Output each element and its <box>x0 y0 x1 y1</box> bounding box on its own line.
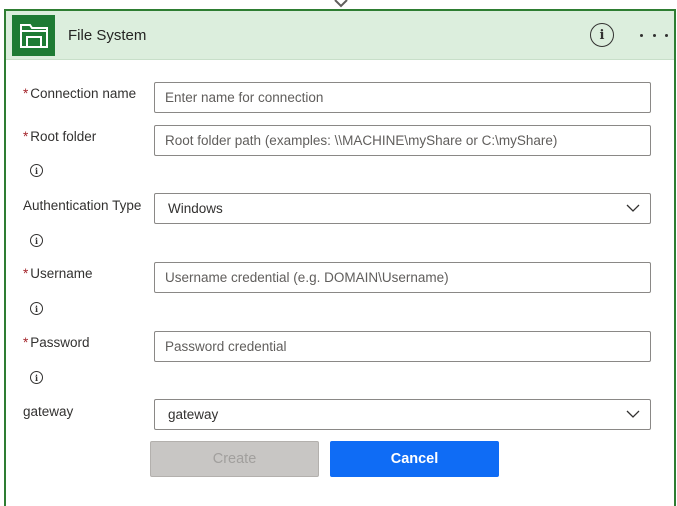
authentication-type-value: Windows <box>168 201 223 216</box>
page-title: File System <box>68 27 147 44</box>
chevron-down-icon <box>626 410 640 418</box>
gateway-dropdown[interactable]: gateway <box>154 399 651 430</box>
file-system-icon <box>12 15 55 56</box>
password-label: * Password <box>23 335 90 350</box>
info-icon[interactable]: i <box>590 23 614 47</box>
required-marker: * <box>23 86 29 101</box>
password-info-icon[interactable]: i <box>30 371 43 384</box>
cancel-button[interactable]: Cancel <box>330 441 499 477</box>
gateway-label: gateway <box>23 404 74 419</box>
connection-name-input[interactable] <box>154 82 651 113</box>
root-folder-input[interactable] <box>154 125 651 156</box>
connector-arrow-icon <box>334 0 348 8</box>
gateway-value: gateway <box>168 407 219 422</box>
authentication-type-dropdown[interactable]: Windows <box>154 193 651 224</box>
password-input[interactable] <box>154 331 651 362</box>
chevron-down-icon <box>626 204 640 212</box>
username-label: * Username <box>23 266 93 281</box>
username-info-icon[interactable]: i <box>30 302 43 315</box>
authentication-type-label: Authentication Type <box>23 198 142 213</box>
root-folder-label: * Root folder <box>23 129 97 144</box>
root-folder-info-icon[interactable]: i <box>30 164 43 177</box>
required-marker: * <box>23 266 29 281</box>
create-button[interactable]: Create <box>150 441 319 477</box>
card-header: File System i <box>6 11 674 60</box>
required-marker: * <box>23 129 29 144</box>
required-marker: * <box>23 335 29 350</box>
username-input[interactable] <box>154 262 651 293</box>
more-options-icon[interactable] <box>640 23 668 47</box>
connection-name-label: * Connection name <box>23 86 137 101</box>
authentication-type-info-icon[interactable]: i <box>30 234 43 247</box>
